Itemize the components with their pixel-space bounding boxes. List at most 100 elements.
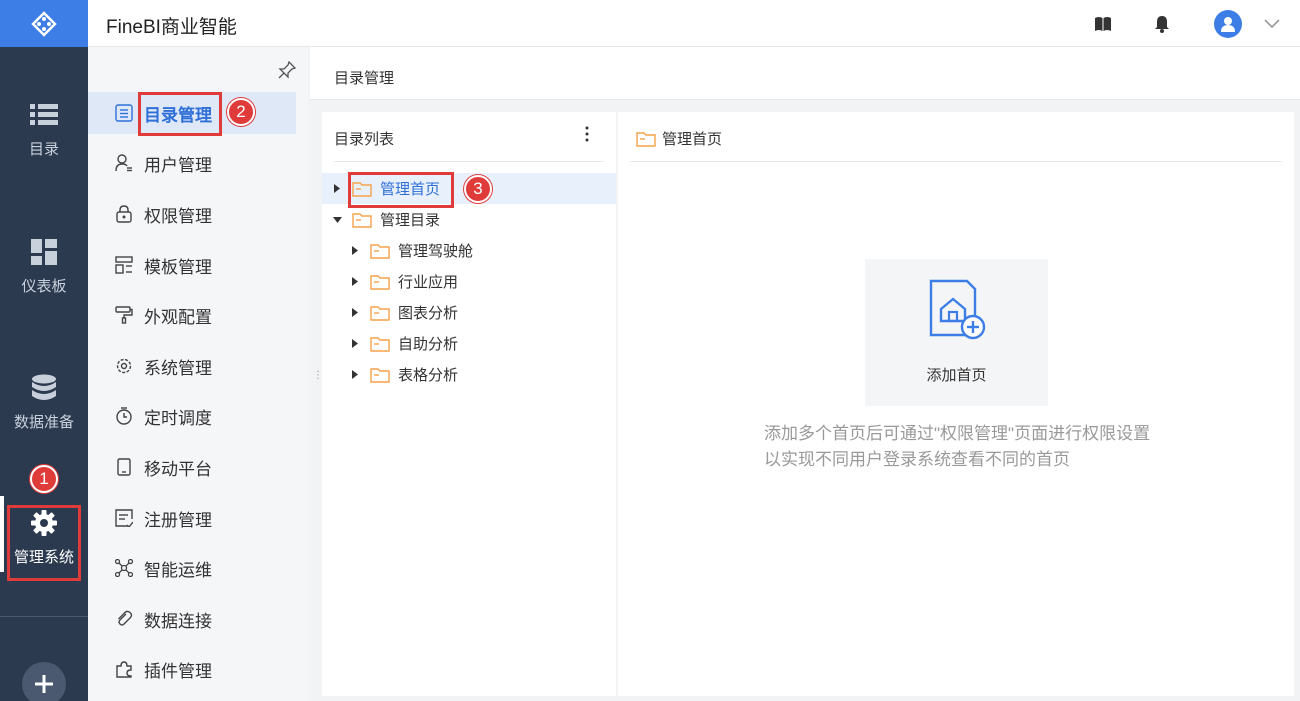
sidebar-item-plugin[interactable]: 插件管理 xyxy=(88,648,296,690)
pin-icon[interactable] xyxy=(278,60,297,84)
caret-right-icon[interactable] xyxy=(350,370,360,379)
sidebar-item-label: 数据连接 xyxy=(144,611,212,631)
highlight-box-catalog xyxy=(138,92,222,136)
divider xyxy=(334,161,604,162)
active-indicator xyxy=(0,496,4,572)
user-icon xyxy=(112,154,136,172)
settings-icon xyxy=(112,357,136,375)
tree-node-self-service[interactable]: 自助分析 xyxy=(322,328,616,359)
plus-icon xyxy=(35,675,53,693)
detail-panel: 管理首页 添加首页 添加多个首页后可通过"权限管理"页面进行权限设置以实现不同用… xyxy=(618,112,1294,696)
app-logo[interactable] xyxy=(0,0,88,47)
folder-icon xyxy=(636,131,656,147)
caret-right-icon[interactable] xyxy=(332,184,342,193)
sidebar-item-permission[interactable]: 权限管理 xyxy=(88,193,296,235)
add-home-icon xyxy=(927,279,987,346)
sidebar-item-connection[interactable]: 数据连接 xyxy=(88,598,296,640)
sidebar-item-register[interactable]: 注册管理 xyxy=(88,497,296,539)
timer-icon xyxy=(112,407,136,425)
folder-icon xyxy=(370,367,390,383)
rail-divider xyxy=(0,616,88,617)
sidebar-item-user[interactable]: 用户管理 xyxy=(88,142,296,184)
sidebar-item-label: 注册管理 xyxy=(144,510,212,530)
tree-node-admin-dir[interactable]: 管理目录 xyxy=(322,204,616,235)
sidebar-item-label: 移动平台 xyxy=(144,459,212,479)
sidebar-item-template[interactable]: 模板管理 xyxy=(88,244,296,286)
dashboard-icon xyxy=(31,237,57,267)
tree-node-label: 表格分析 xyxy=(398,367,459,384)
sidebar-item-label: 用户管理 xyxy=(144,155,212,175)
list-icon xyxy=(30,100,58,130)
rail-item-label: 仪表板 xyxy=(21,278,67,295)
tree-node-label: 管理目录 xyxy=(380,212,441,229)
mobile-icon xyxy=(112,458,136,476)
plugin-icon xyxy=(112,660,136,678)
app-title: FineBI商业智能 xyxy=(106,17,237,38)
sidebar-item-schedule[interactable]: 定时调度 xyxy=(88,395,296,437)
user-avatar-icon xyxy=(1221,17,1235,32)
tree-node-chart-analysis[interactable]: 图表分析 xyxy=(322,297,616,328)
top-header: FineBI商业智能 xyxy=(88,0,1300,47)
rail-item-catalog[interactable]: 目录 xyxy=(0,100,88,159)
add-home-button[interactable]: 添加首页 xyxy=(865,259,1048,406)
tree-node-label: 管理驾驶舱 xyxy=(398,243,474,260)
folder-icon xyxy=(370,305,390,321)
caret-right-icon[interactable] xyxy=(350,246,360,255)
sidebar-item-ops[interactable]: 智能运维 xyxy=(88,547,296,589)
breadcrumb-label: 目录管理 xyxy=(334,70,395,87)
caret-right-icon[interactable] xyxy=(350,339,360,348)
bell-icon[interactable] xyxy=(1152,14,1172,34)
sidebar-item-label: 外观配置 xyxy=(144,307,212,327)
lock-icon xyxy=(112,205,136,223)
register-icon xyxy=(112,509,136,527)
more-vertical-icon[interactable] xyxy=(584,126,590,147)
left-rail: 目录 仪表板 数据准备 管理系统 xyxy=(0,0,88,701)
step-badge-1: 1 xyxy=(30,465,58,493)
tree-node-label: 图表分析 xyxy=(398,305,459,322)
rail-item-data-prep[interactable]: 数据准备 xyxy=(0,373,88,432)
detail-title: 管理首页 xyxy=(636,128,722,149)
folder-icon xyxy=(370,336,390,352)
folder-icon xyxy=(352,212,372,228)
sidebar-item-label: 插件管理 xyxy=(144,661,212,681)
step-badge-3: 3 xyxy=(464,175,492,203)
breadcrumb: 目录管理 xyxy=(310,47,1300,100)
tree-header: 目录列表 xyxy=(334,131,395,148)
database-icon xyxy=(31,373,57,403)
book-icon[interactable] xyxy=(1093,14,1113,34)
caret-right-icon[interactable] xyxy=(350,308,360,317)
logo-icon xyxy=(31,10,57,37)
sidebar-item-system[interactable]: 系统管理 xyxy=(88,345,296,387)
sidebar-item-appearance[interactable]: 外观配置 xyxy=(88,294,296,336)
add-button[interactable] xyxy=(22,662,66,701)
detail-title-label: 管理首页 xyxy=(662,131,723,148)
catalog-icon xyxy=(112,104,136,122)
network-icon xyxy=(112,559,136,577)
highlight-box-home xyxy=(348,172,454,208)
caret-down-icon[interactable] xyxy=(332,216,342,223)
brush-icon xyxy=(112,306,136,324)
sidebar-item-mobile[interactable]: 移动平台 xyxy=(88,446,296,488)
tree-node-table-analysis[interactable]: 表格分析 xyxy=(322,359,616,390)
rail-item-label: 数据准备 xyxy=(13,414,74,431)
step-badge-2: 2 xyxy=(227,98,255,126)
rail-item-dashboard[interactable]: 仪表板 xyxy=(0,237,88,296)
add-home-label: 添加首页 xyxy=(926,367,987,384)
sidebar-item-label: 智能运维 xyxy=(144,560,212,580)
admin-sidebar: 目录管理 用户管理 权限管理 模板管理 外观配置 系统管理 定时调度 移动平台 … xyxy=(88,47,308,701)
template-icon xyxy=(112,256,136,274)
caret-right-icon[interactable] xyxy=(350,277,360,286)
highlight-box-admin xyxy=(7,505,81,581)
sidebar-item-label: 权限管理 xyxy=(144,206,212,226)
tree-node-industry[interactable]: 行业应用 xyxy=(322,266,616,297)
sidebar-item-label: 定时调度 xyxy=(144,408,212,428)
chevron-down-icon[interactable] xyxy=(1264,16,1280,34)
sidebar-item-label: 模板管理 xyxy=(144,257,212,277)
avatar[interactable] xyxy=(1214,10,1242,38)
sidebar-item-label: 系统管理 xyxy=(144,358,212,378)
rail-item-label: 目录 xyxy=(28,141,59,158)
tree-node-cockpit[interactable]: 管理驾驶舱 xyxy=(322,235,616,266)
tree-node-label: 自助分析 xyxy=(398,336,459,353)
tree-node-label: 行业应用 xyxy=(398,274,459,291)
folder-icon xyxy=(370,274,390,290)
